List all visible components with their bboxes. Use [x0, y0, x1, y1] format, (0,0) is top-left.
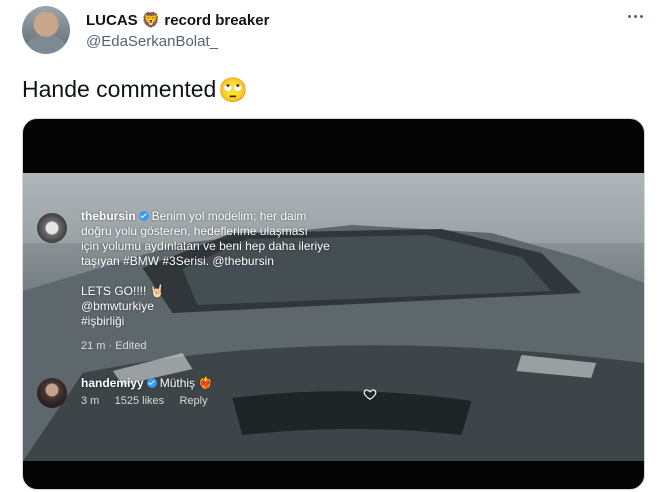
tweet-body: Hande commented: [22, 76, 217, 102]
author-name-suffix[interactable]: record breaker: [164, 12, 269, 29]
comment2-meta: 3 m 1525 likes Reply: [81, 395, 208, 407]
tweet-text: Hande commented 🙄: [22, 76, 248, 103]
heart-fire-emoji: ❤️‍🔥: [198, 376, 214, 390]
comment1-extra-2: #işbirliği: [81, 314, 125, 328]
like-heart-icon[interactable]: [363, 387, 377, 401]
comment1-time: 21 m: [81, 340, 106, 352]
comment2-reply[interactable]: Reply: [179, 395, 207, 407]
eye-roll-emoji: 🙄: [218, 75, 249, 104]
comment2-time: 3 m: [81, 395, 100, 407]
thebursin-avatar[interactable]: [37, 213, 67, 243]
comment2-username[interactable]: handemiyy: [81, 376, 144, 390]
tweet-media[interactable]: thebursin Benim yol modelim; her daim doğ…: [22, 118, 645, 490]
comment1-line-0: thebursin Benim yol modelim; her daim: [81, 209, 411, 224]
more-options-icon[interactable]: [624, 8, 646, 24]
comment2-likes[interactable]: 1525 likes: [115, 395, 165, 407]
lion-emoji: 🦁: [141, 10, 161, 29]
verified-badge-icon: [138, 211, 149, 221]
comment1-line-3: taşıyan #BMW #3Serisi. @thebursin: [81, 254, 274, 268]
comment1-extra-1: @bmwturkiye: [81, 299, 154, 313]
comment1-extra-0: LETS GO!!!! 🤘🏻: [81, 284, 165, 298]
author-handle[interactable]: @EdaSerkanBolat_: [86, 33, 218, 50]
comment-thebursin: thebursin Benim yol modelim; her daim doğ…: [81, 209, 411, 329]
comment1-meta: 21 m · Edited: [81, 340, 147, 352]
comment1-username[interactable]: thebursin: [81, 209, 136, 223]
author-name-row[interactable]: LUCAS 🦁 record breaker: [86, 10, 269, 30]
handemiyy-avatar[interactable]: [37, 378, 67, 408]
comment1-line-2: için yolumu aydınlatan ve beni hep daha …: [81, 239, 330, 253]
comment-handemiyy: handemiyy Müthiş ❤️‍🔥: [81, 376, 213, 391]
comment1-text-0: Benim yol modelim; her daim: [151, 209, 307, 223]
comment1-line-1: doğru yolu gösteren, hedeflerime ulaşmas…: [81, 224, 308, 238]
comment1-edited: Edited: [115, 340, 147, 352]
verified-badge-icon: [146, 378, 157, 388]
comment2-text: Müthiş: [159, 376, 196, 390]
author-display-name[interactable]: LUCAS: [86, 12, 138, 29]
author-avatar[interactable]: [22, 6, 70, 54]
